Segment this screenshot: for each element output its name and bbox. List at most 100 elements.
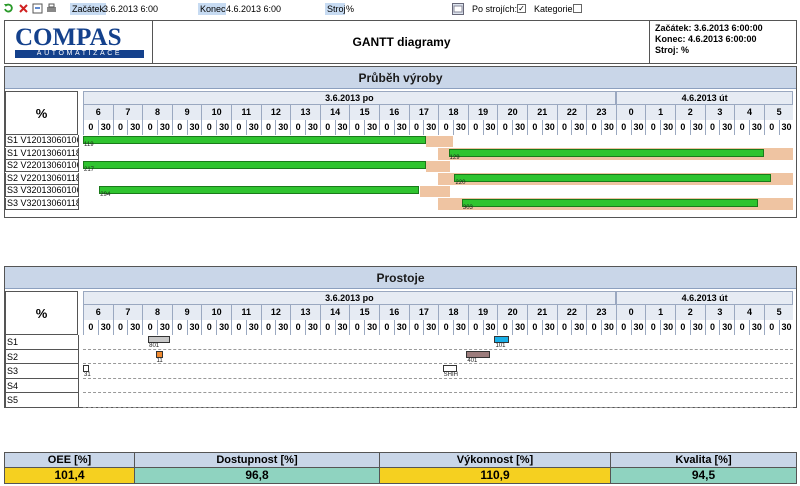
minute-label: 0 bbox=[527, 120, 542, 135]
minute-label: 0 bbox=[231, 120, 246, 135]
minute-label: 30 bbox=[245, 120, 261, 135]
hour-label: 0 bbox=[615, 305, 646, 320]
logo-subtext: AUTOMATIZACE bbox=[15, 50, 144, 58]
calendar-icon[interactable] bbox=[452, 3, 464, 15]
metric-1: Dostupnost [%] 96,8 bbox=[135, 453, 380, 483]
minute-label: 0 bbox=[586, 120, 601, 135]
date-header-day2: 4.6.2013 út bbox=[615, 291, 794, 305]
minute-label: 30 bbox=[393, 320, 409, 335]
end-label: Konec bbox=[198, 3, 226, 15]
delete-icon[interactable] bbox=[18, 3, 29, 14]
downtime-block[interactable] bbox=[148, 336, 171, 343]
downtime-label: SHIH bbox=[443, 372, 458, 378]
downtime-block[interactable] bbox=[83, 365, 89, 372]
metric-value: 110,9 bbox=[380, 468, 610, 483]
machine-input[interactable]: % bbox=[346, 3, 354, 15]
hour-label: 20 bbox=[497, 105, 527, 120]
bar-label: 220 bbox=[455, 179, 466, 186]
minute-label: 0 bbox=[319, 120, 335, 135]
minute-label: 30 bbox=[305, 320, 320, 335]
hour-label: 21 bbox=[527, 105, 557, 120]
row-label: S4 bbox=[5, 378, 79, 393]
export-icon[interactable] bbox=[32, 3, 43, 14]
minute-label: 0 bbox=[260, 320, 276, 335]
minute-label: 0 bbox=[645, 320, 661, 335]
production-bar[interactable] bbox=[461, 198, 758, 207]
minute-label: 30 bbox=[571, 320, 587, 335]
hour-label: 8 bbox=[142, 105, 172, 120]
bar-label: 294 bbox=[100, 192, 111, 198]
minute-label: 30 bbox=[157, 120, 172, 135]
hour-label: 15 bbox=[349, 305, 379, 320]
hour-label: 19 bbox=[467, 305, 498, 320]
hour-label: 17 bbox=[408, 105, 439, 120]
minute-label: 30 bbox=[334, 120, 350, 135]
downtime-block[interactable] bbox=[155, 350, 163, 358]
hour-label: 12 bbox=[260, 305, 291, 320]
logo-text: COMPAS bbox=[15, 24, 122, 51]
minute-label: 0 bbox=[763, 320, 779, 335]
minute-label: 0 bbox=[201, 120, 217, 135]
minute-label: 30 bbox=[749, 320, 764, 335]
minute-label: 30 bbox=[97, 120, 113, 135]
minute-label: 30 bbox=[541, 320, 557, 335]
minute-label: 30 bbox=[571, 120, 587, 135]
production-bar[interactable] bbox=[448, 148, 764, 157]
minute-label: 0 bbox=[467, 320, 483, 335]
bar-label: 119 bbox=[84, 142, 94, 148]
downtime-label: 31 bbox=[84, 372, 91, 378]
metric-label: Výkonnost [%] bbox=[380, 453, 610, 468]
report-info: Začátek: 3.6.2013 6:00:00 Konec: 4.6.201… bbox=[651, 23, 797, 56]
hour-label: 2 bbox=[675, 105, 705, 120]
downtime-block[interactable] bbox=[466, 350, 490, 358]
shade-segment bbox=[426, 160, 451, 172]
hour-label: 21 bbox=[527, 305, 557, 320]
minute-label: 30 bbox=[186, 120, 202, 135]
by-machine-checkbox[interactable]: ✓ bbox=[517, 4, 526, 13]
minute-label: 0 bbox=[704, 320, 720, 335]
row-divider bbox=[83, 392, 794, 393]
minute-label: 0 bbox=[260, 120, 276, 135]
hour-label: 13 bbox=[290, 305, 320, 320]
minute-label: 0 bbox=[675, 120, 690, 135]
start-input[interactable]: 3.6.2013 6:00 bbox=[103, 3, 158, 15]
minute-label: 30 bbox=[630, 120, 646, 135]
downtime-block[interactable] bbox=[494, 336, 510, 343]
minute-label: 30 bbox=[482, 320, 498, 335]
minute-label: 0 bbox=[497, 320, 513, 335]
production-bar[interactable] bbox=[454, 173, 772, 182]
hour-label: 9 bbox=[171, 305, 202, 320]
hour-label: 7 bbox=[112, 105, 143, 120]
minute-label: 30 bbox=[364, 320, 379, 335]
row-label: S5 bbox=[5, 393, 79, 408]
hour-label: 4 bbox=[734, 105, 764, 120]
print-icon[interactable] bbox=[46, 3, 57, 14]
production-bar[interactable] bbox=[83, 161, 427, 169]
hour-label: 1 bbox=[645, 305, 675, 320]
date-header-day2: 4.6.2013 út bbox=[615, 91, 794, 105]
refresh-icon[interactable] bbox=[3, 3, 14, 14]
minute-label: 30 bbox=[778, 120, 794, 135]
downtime-block[interactable] bbox=[442, 365, 458, 372]
row-divider bbox=[83, 377, 794, 379]
minute-label: 30 bbox=[127, 120, 143, 135]
hour-label: 16 bbox=[379, 305, 409, 320]
hour-label: 8 bbox=[142, 305, 172, 320]
production-title: Průběh výroby bbox=[5, 67, 796, 89]
end-input[interactable]: 4.6.2013 6:00 bbox=[226, 3, 281, 15]
minute-label: 30 bbox=[778, 320, 794, 335]
row-divider bbox=[83, 406, 794, 408]
minute-label: 30 bbox=[482, 120, 498, 135]
minute-label: 30 bbox=[97, 320, 113, 335]
minute-label: 30 bbox=[601, 120, 616, 135]
minute-label: 0 bbox=[171, 120, 187, 135]
production-bar[interactable] bbox=[83, 136, 427, 144]
category-checkbox[interactable] bbox=[573, 4, 582, 13]
production-bar[interactable] bbox=[99, 186, 419, 194]
minute-label: 0 bbox=[438, 120, 453, 135]
production-panel: Průběh výroby % 3.6.2013 po 4.6.2013 út 6 0… bbox=[4, 66, 797, 218]
percent-header: % bbox=[5, 91, 78, 135]
minute-label: 30 bbox=[275, 120, 291, 135]
company-logo: COMPAS AUTOMATIZACE bbox=[5, 21, 153, 63]
row-label: S3 bbox=[5, 364, 79, 379]
